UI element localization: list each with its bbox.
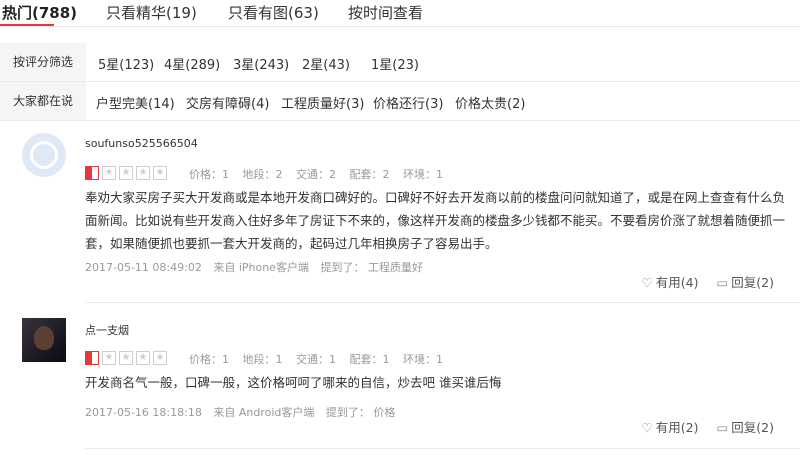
score-facilities: 配套：1 <box>349 353 390 366</box>
review-content: 开发商名气一般，口碑一般，这价格呵呵了哪来的自信，炒去吧 谁买谁后悔 <box>85 375 502 390</box>
review-meta: 2017-05-16 18:18:18 来自 Android客户端 提到了： 价… <box>85 404 395 420</box>
review-divider <box>85 302 800 303</box>
tag-option-quality[interactable]: 工程质量好(3) <box>281 93 364 112</box>
filter-bottom-divider <box>0 120 800 121</box>
useful-button[interactable]: 有用(2) <box>656 420 699 435</box>
tag-option-price-ok[interactable]: 价格还行(3) <box>373 93 443 112</box>
review-actions: ♡ 有用(4) ▭ 回复(2) <box>642 272 774 291</box>
review-divider <box>85 448 800 449</box>
star-half-icon <box>85 351 99 365</box>
score-environment: 环境：1 <box>403 353 443 366</box>
review-source: 来自 iPhone客户端 <box>213 261 309 274</box>
rating-filter-label: 按评分筛选 <box>0 43 86 81</box>
star-empty-icon: ★ <box>153 351 167 365</box>
review-tabs: 热门(788) 只看精华(19) 只看有图(63) 按时间查看 <box>0 0 800 26</box>
review-source: 来自 Android客户端 <box>213 406 315 419</box>
review-actions: ♡ 有用(2) ▭ 回复(2) <box>642 417 774 436</box>
mention-label: 提到了： <box>320 261 365 274</box>
heart-icon[interactable]: ♡ <box>642 275 653 290</box>
rating-filter-row: 按评分筛选 5星(123) 4星(289) 3星(243) 2星(43) 1星(… <box>0 43 800 81</box>
mention-tag[interactable]: 价格 <box>373 406 395 419</box>
heart-icon[interactable]: ♡ <box>642 420 653 435</box>
rating-option-3[interactable]: 3星(243) <box>233 54 289 73</box>
rating-option-4[interactable]: 4星(289) <box>164 54 220 73</box>
rating-option-1[interactable]: 1星(23) <box>371 54 419 73</box>
rating-option-5[interactable]: 5星(123) <box>98 54 154 73</box>
score-transport: 交通：1 <box>296 353 336 366</box>
reply-button[interactable]: 回复(2) <box>731 420 774 435</box>
tag-option-price-high[interactable]: 价格太贵(2) <box>455 93 525 112</box>
mention-label: 提到了： <box>325 406 370 419</box>
review-username[interactable]: 点一支烟 <box>85 322 129 338</box>
review-meta: 2017-05-11 08:49:02 来自 iPhone客户端 提到了： 工程… <box>85 259 423 275</box>
star-empty-icon: ★ <box>136 351 150 365</box>
score-location: 地段：2 <box>242 168 283 181</box>
score-environment: 环境：1 <box>403 168 443 181</box>
review-timestamp: 2017-05-16 18:18:18 <box>85 406 202 419</box>
review-username[interactable]: soufunso525566504 <box>85 137 198 150</box>
score-price: 价格：1 <box>189 353 229 366</box>
star-empty-icon: ★ <box>136 166 150 180</box>
reply-button[interactable]: 回复(2) <box>731 275 774 290</box>
mention-tag[interactable]: 工程质量好 <box>368 261 423 274</box>
useful-button[interactable]: 有用(4) <box>656 275 699 290</box>
tab-by-time[interactable]: 按时间查看 <box>348 2 423 23</box>
star-empty-icon: ★ <box>119 166 133 180</box>
tab-featured[interactable]: 只看精华(19) <box>106 2 197 23</box>
tag-option-layout[interactable]: 户型完美(14) <box>96 93 175 112</box>
reply-icon[interactable]: ▭ <box>716 275 728 290</box>
star-half-icon <box>85 166 99 180</box>
reply-icon[interactable]: ▭ <box>716 420 728 435</box>
tabs-divider <box>0 26 800 27</box>
score-facilities: 配套：2 <box>349 168 390 181</box>
score-breakdown: 价格：1 地段：1 交通：1 配套：1 环境：1 <box>189 351 453 367</box>
avatar[interactable] <box>22 318 66 362</box>
rating-option-2[interactable]: 2星(43) <box>302 54 350 73</box>
star-empty-icon: ★ <box>102 166 116 180</box>
tag-filter-row: 大家都在说 户型完美(14) 交房有障碍(4) 工程质量好(3) 价格还行(3)… <box>0 82 800 120</box>
review-timestamp: 2017-05-11 08:49:02 <box>85 261 202 274</box>
score-location: 地段：1 <box>242 353 283 366</box>
tab-hot[interactable]: 热门(788) <box>2 2 77 23</box>
star-empty-icon: ★ <box>102 351 116 365</box>
score-price: 价格：1 <box>189 168 229 181</box>
tab-with-images[interactable]: 只看有图(63) <box>228 2 319 23</box>
score-transport: 交通：2 <box>296 168 336 181</box>
score-breakdown: 价格：1 地段：2 交通：2 配套：2 环境：1 <box>189 166 453 182</box>
review-content: 奉劝大家买房子买大开发商或是本地开发商口碑好的。口碑好不好去开发商以前的楼盘问问… <box>85 190 786 251</box>
avatar[interactable] <box>22 133 66 177</box>
star-empty-icon: ★ <box>119 351 133 365</box>
tag-option-delivery[interactable]: 交房有障碍(4) <box>186 93 269 112</box>
tag-filter-label: 大家都在说 <box>0 82 86 120</box>
star-empty-icon: ★ <box>153 166 167 180</box>
